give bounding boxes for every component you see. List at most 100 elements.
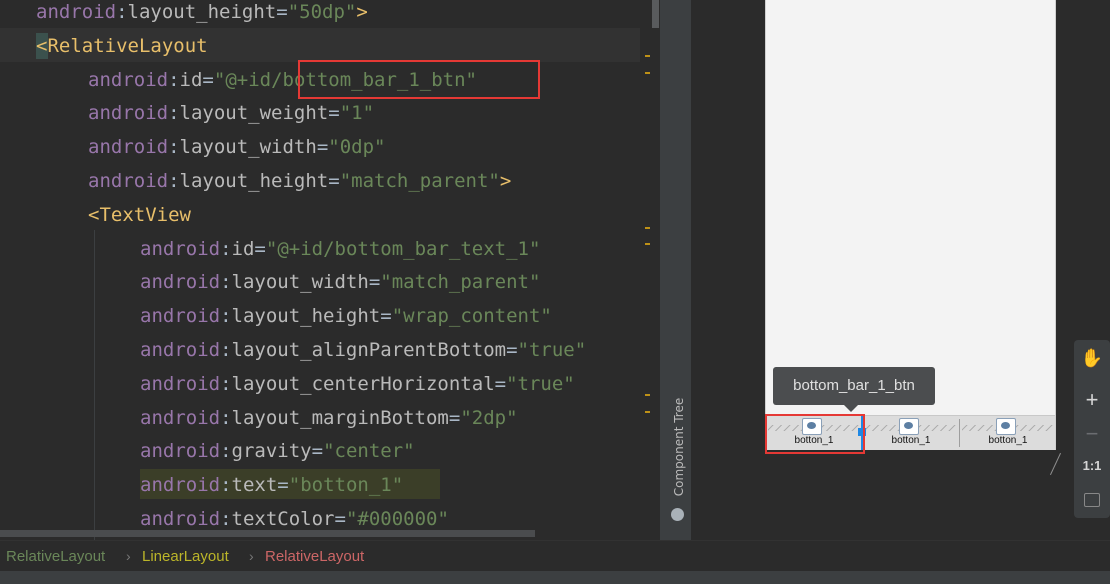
basket-icon bbox=[996, 418, 1016, 435]
breadcrumb-item[interactable]: LinearLayout bbox=[142, 548, 229, 565]
code-token: = bbox=[380, 305, 392, 328]
code-token: : bbox=[220, 339, 232, 361]
bottom-bar-button-3[interactable]: botton_1 bbox=[960, 416, 1056, 450]
code-token: : bbox=[116, 1, 128, 23]
code-token: android bbox=[140, 474, 221, 497]
breadcrumb: RelativeLayout › LinearLayout › Relative… bbox=[0, 540, 1110, 572]
indent-guide bbox=[94, 230, 95, 540]
code-token: = bbox=[328, 102, 340, 125]
code-token: id bbox=[179, 68, 203, 91]
code-line[interactable]: android:layout_width="0dp" bbox=[88, 130, 385, 164]
code-line[interactable]: android:text="botton_1" bbox=[140, 468, 403, 502]
code-token: android bbox=[88, 102, 169, 125]
code-token: > bbox=[499, 170, 512, 192]
code-token: : bbox=[168, 102, 180, 125]
code-token: gravity bbox=[231, 440, 312, 463]
code-token: = bbox=[254, 237, 266, 260]
code-line[interactable]: android:layout_weight="1" bbox=[88, 96, 374, 130]
zoom-in-button[interactable]: + bbox=[1074, 382, 1110, 418]
code-token: = bbox=[494, 372, 507, 395]
code-token: "botton_1" bbox=[288, 474, 404, 497]
code-token: text bbox=[231, 474, 278, 497]
code-token: "#000000" bbox=[345, 508, 449, 530]
code-token: layout_height bbox=[231, 305, 381, 328]
layout-designer[interactable]: botton_1 botton_1 botton_1 bottom_bar_1_… bbox=[691, 0, 1110, 540]
code-token: "match_parent" bbox=[339, 170, 500, 192]
globe-icon[interactable] bbox=[671, 508, 684, 521]
code-token: TextView bbox=[99, 203, 191, 226]
code-token: layout_centerHorizontal bbox=[231, 372, 495, 395]
code-editor[interactable]: android:layout_height="50dp"> <RelativeLa… bbox=[0, 0, 650, 540]
actual-size-button[interactable]: 1:1 bbox=[1074, 448, 1110, 484]
code-token: android bbox=[140, 271, 221, 294]
zoom-out-button[interactable]: − bbox=[1074, 416, 1110, 452]
code-token: android bbox=[36, 1, 117, 23]
code-token: : bbox=[220, 440, 232, 463]
code-token: : bbox=[220, 372, 232, 395]
code-token: "1" bbox=[339, 102, 375, 125]
zoom-toolbar: ✋ + − 1:1 bbox=[1074, 340, 1110, 518]
code-line[interactable]: android:layout_height="50dp"> bbox=[36, 0, 368, 29]
code-token: android bbox=[140, 372, 221, 395]
code-token: "center" bbox=[323, 440, 415, 463]
code-token: "true" bbox=[517, 339, 587, 361]
code-token: textColor bbox=[231, 508, 335, 530]
code-line[interactable]: android:layout_height="wrap_content" bbox=[140, 299, 552, 333]
editor-vertical-scrollbar[interactable] bbox=[650, 0, 660, 540]
code-line[interactable]: <TextView bbox=[88, 198, 191, 232]
breadcrumb-item[interactable]: RelativeLayout bbox=[6, 548, 105, 565]
code-token: android bbox=[88, 136, 169, 159]
code-token: = bbox=[311, 440, 324, 463]
code-token: android bbox=[140, 339, 221, 361]
code-line[interactable]: android:layout_alignParentBottom="true" bbox=[140, 333, 586, 367]
chevron-right-icon: › bbox=[126, 548, 131, 564]
code-token: = bbox=[316, 136, 329, 159]
code-line[interactable]: <RelativeLayout bbox=[36, 29, 208, 63]
code-token: : bbox=[220, 271, 232, 294]
code-token: layout_width bbox=[179, 136, 317, 159]
code-token: : bbox=[220, 508, 232, 530]
code-token: = bbox=[506, 339, 518, 361]
tab-label: botton_1 bbox=[988, 435, 1028, 446]
badge-icon bbox=[899, 418, 919, 435]
code-token: : bbox=[220, 237, 232, 260]
code-token: android bbox=[88, 170, 169, 192]
hand-icon[interactable]: ✋ bbox=[1074, 340, 1110, 376]
code-line[interactable]: android:layout_centerHorizontal="true" bbox=[140, 367, 575, 401]
code-line[interactable]: android:gravity="center" bbox=[140, 434, 415, 468]
code-token: = bbox=[277, 474, 289, 497]
breadcrumb-item[interactable]: RelativeLayout bbox=[265, 548, 364, 565]
editor-horizontal-scrollbar[interactable] bbox=[0, 530, 535, 537]
component-tooltip: bottom_bar_1_btn bbox=[773, 367, 935, 412]
fit-screen-button[interactable] bbox=[1074, 482, 1110, 518]
code-token: : bbox=[168, 68, 180, 91]
tool-window-strip: Component Tree bbox=[663, 0, 691, 540]
code-line[interactable]: android:id="@+id/bottom_bar_text_1" bbox=[140, 232, 540, 266]
bottom-bar-button-2[interactable]: botton_1 bbox=[863, 416, 959, 450]
code-token: = bbox=[202, 68, 214, 91]
code-token: = bbox=[368, 271, 381, 294]
code-token: layout_alignParentBottom bbox=[231, 339, 507, 361]
code-token: < bbox=[36, 34, 48, 57]
code-token: "wrap_content" bbox=[391, 305, 552, 328]
code-token: "@+id/bottom_bar_text_1" bbox=[265, 237, 541, 260]
code-line[interactable]: android:layout_marginBottom="2dp" bbox=[140, 401, 518, 435]
code-token: "0dp" bbox=[328, 136, 386, 159]
code-token: : bbox=[220, 305, 232, 328]
device-resize-handle[interactable] bbox=[1053, 452, 1061, 476]
code-token: : bbox=[168, 170, 180, 192]
code-line[interactable]: android:layout_width="match_parent" bbox=[140, 265, 540, 299]
code-token: android bbox=[140, 440, 221, 463]
component-tree-tab[interactable]: Component Tree bbox=[672, 387, 686, 507]
tab-label: botton_1 bbox=[891, 435, 931, 446]
code-token: "50dp" bbox=[287, 1, 357, 23]
code-token: android bbox=[140, 305, 221, 328]
scrollbar-thumb[interactable] bbox=[652, 0, 659, 28]
code-token: android bbox=[140, 406, 221, 429]
code-highlight-box bbox=[298, 60, 540, 99]
code-token: = bbox=[334, 508, 346, 530]
status-bar bbox=[0, 571, 1110, 584]
chevron-right-icon: › bbox=[249, 548, 254, 564]
code-line[interactable]: android:layout_height="match_parent"> bbox=[88, 164, 511, 198]
code-token: > bbox=[356, 1, 368, 23]
